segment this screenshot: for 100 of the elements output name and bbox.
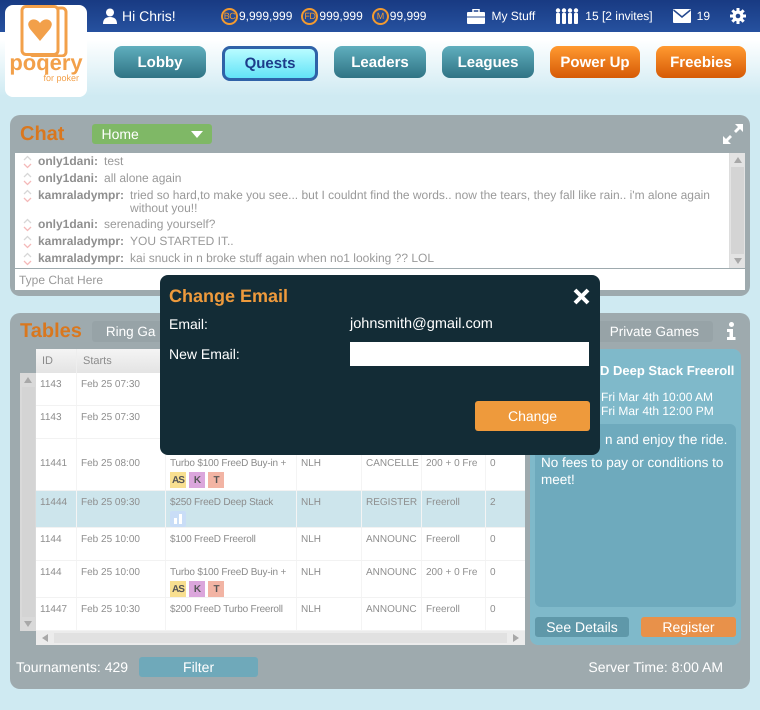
- currency-symbol: BC: [221, 8, 238, 24]
- tournament-name: Turbo $100 FreeD Buy-in +: [170, 458, 288, 469]
- tag: K: [189, 581, 205, 597]
- table-cell: Feb 25 10:00: [77, 528, 166, 560]
- logo[interactable]: poqery for poker: [5, 5, 87, 97]
- table-cell: ANNOUNC: [362, 528, 422, 560]
- chat-user[interactable]: only1dani:: [38, 172, 98, 185]
- chat-user[interactable]: kamraladympr:: [38, 252, 124, 265]
- new-email-field[interactable]: [350, 342, 589, 366]
- currency-amount: 99,999: [390, 9, 426, 23]
- tag: T: [208, 472, 224, 488]
- info-icon[interactable]: [727, 322, 736, 340]
- nav-button[interactable]: Quests: [222, 46, 318, 81]
- chat-message: YOU STARTED IT..: [130, 235, 234, 248]
- table-cell-text: 0: [489, 603, 497, 617]
- greeting: Hi Chris!: [122, 8, 176, 24]
- vote-icon[interactable]: [23, 189, 32, 203]
- table-cell: Feb 25 10:30: [77, 598, 166, 630]
- chat-message: kai snuck in n broke stuff again when no1 looking ?? LOL: [130, 252, 434, 265]
- table-cell: 1143: [36, 406, 77, 438]
- table-cell: 1143: [36, 373, 77, 405]
- people-icon[interactable]: [555, 8, 580, 24]
- table-cell: 11447: [36, 598, 77, 630]
- envelope-icon[interactable]: [672, 9, 691, 23]
- chat-user[interactable]: only1dani:: [38, 155, 98, 168]
- table-cell: Feb 25 09:30: [77, 491, 166, 527]
- description-text: No fees to pay or conditions to meet!: [541, 454, 724, 488]
- tag: AS: [170, 581, 186, 597]
- close-icon[interactable]: [573, 288, 590, 304]
- briefcase-icon[interactable]: [467, 8, 486, 24]
- logo-tagline: for poker: [43, 73, 79, 83]
- table-cell: 1144: [36, 528, 77, 560]
- table-cell-text: 2: [489, 496, 497, 510]
- table-cell: ANNOUNC: [362, 561, 422, 597]
- currency-amount: 999,999: [319, 9, 363, 23]
- tag: AS: [170, 472, 186, 488]
- description-text: n and enjoy the ride.: [604, 431, 728, 448]
- tournament-row[interactable]: 1144 Feb 25 10:00 Turbo $100 FreeD Buy-in + AS K T NLH ANNOUNC 200 + 0 Fre 0: [36, 561, 525, 598]
- panel-title: Chat: [20, 122, 64, 146]
- table-cell: NLH: [297, 491, 362, 527]
- scroll-left-icon[interactable]: [40, 634, 48, 642]
- nav-button[interactable]: Leaders: [334, 46, 426, 78]
- see-details-button[interactable]: See Details: [535, 617, 629, 637]
- tournament-row[interactable]: 11444 Feb 25 09:30 $250 FreeD Deep Stack NLH REGISTER Freeroll 2: [36, 491, 525, 528]
- chat-user[interactable]: kamraladympr:: [38, 189, 124, 202]
- tournament-name: $200 FreeD Turbo Freeroll: [170, 604, 284, 615]
- dialog-title: Change Email: [169, 286, 288, 306]
- chat-user[interactable]: kamraladympr:: [38, 235, 124, 248]
- settings-icon[interactable]: [730, 8, 746, 24]
- vote-icon[interactable]: [23, 155, 32, 169]
- current-email: johnsmith@gmail.com: [350, 316, 493, 332]
- table-cell: NLH: [297, 598, 362, 630]
- table-cell: ANNOUNC: [362, 598, 422, 630]
- table-cell-text: 0: [489, 566, 497, 580]
- table-cell-text: 0: [489, 533, 497, 547]
- scrollbar[interactable]: [729, 153, 745, 268]
- table-cell: 1144: [36, 561, 77, 597]
- vote-icon[interactable]: [23, 218, 32, 232]
- table-cell: NLH: [297, 561, 362, 597]
- scroll-right-icon[interactable]: [513, 634, 521, 642]
- scrollbar[interactable]: [20, 373, 36, 631]
- field-label: Email:: [169, 316, 209, 332]
- filter-button[interactable]: Filter: [139, 657, 258, 677]
- tournament-name: $250 FreeD Deep Stack: [170, 497, 274, 508]
- change-button[interactable]: Change: [475, 401, 590, 431]
- table-cell: Freeroll: [422, 491, 486, 527]
- expand-icon[interactable]: [723, 124, 743, 144]
- tournament-name: $100 FreeD Freeroll: [170, 534, 257, 545]
- details-date: Fri Mar 4th 10:00 AM: [600, 390, 714, 404]
- table-cell: 11444: [36, 491, 77, 527]
- scrollbar[interactable]: [36, 631, 525, 645]
- chat-message: serenading yourself?: [104, 218, 216, 231]
- tournament-count: Tournaments: 429: [16, 659, 128, 675]
- friends-count[interactable]: 15 [2 invites]: [585, 9, 653, 23]
- nav-button[interactable]: Lobby: [114, 46, 206, 78]
- currency-symbol: FD: [301, 8, 318, 24]
- vote-icon[interactable]: [23, 172, 32, 186]
- column-header[interactable]: ID: [36, 349, 77, 373]
- vote-icon[interactable]: [23, 235, 32, 249]
- table-cell: Feb 25 10:00: [77, 561, 166, 597]
- table-cell: Freeroll: [422, 598, 486, 630]
- tag: T: [208, 581, 224, 597]
- tag: K: [189, 472, 205, 488]
- nav-button[interactable]: Power Up: [550, 46, 640, 78]
- nav-button[interactable]: Leagues: [442, 46, 534, 78]
- tournament-row[interactable]: 1144 Feb 25 10:00 $100 FreeD Freeroll NLH ANNOUNC Freeroll 0: [36, 528, 525, 561]
- room-dropdown[interactable]: Home: [92, 124, 212, 144]
- chat-user[interactable]: only1dani:: [38, 218, 98, 231]
- register-button[interactable]: Register: [641, 617, 736, 637]
- table-cell: REGISTER: [362, 491, 422, 527]
- message-count[interactable]: 19: [696, 9, 710, 23]
- my-stuff-link[interactable]: My Stuff: [491, 9, 536, 23]
- panel-title: Tables: [20, 320, 82, 342]
- logo-name: poqery: [9, 53, 83, 73]
- tournament-name: Turbo $100 FreeD Buy-in +: [170, 567, 288, 578]
- field-label: New Email:: [169, 346, 241, 362]
- table-cell-text: 0: [489, 457, 497, 471]
- vote-icon[interactable]: [23, 252, 32, 266]
- caret-icon: [191, 130, 204, 138]
- nav-button[interactable]: Freebies: [656, 46, 746, 78]
